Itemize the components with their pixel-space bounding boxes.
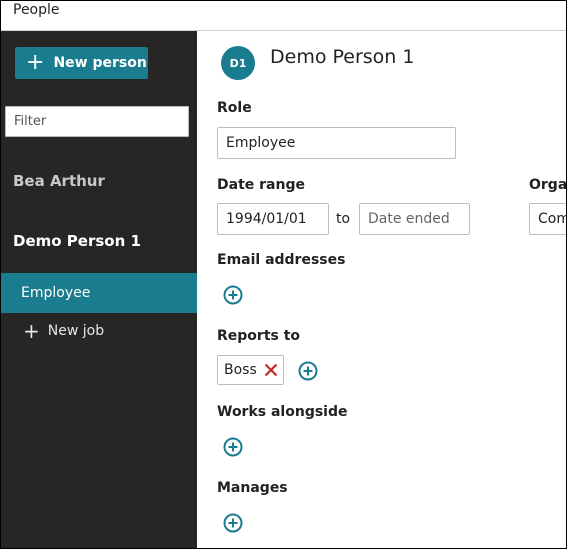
top-bar: People <box>1 1 566 31</box>
new-job-button[interactable]: + New job <box>23 321 104 341</box>
add-email-icon[interactable] <box>223 285 243 305</box>
organisation-label: Organ <box>529 177 567 193</box>
date-range-to-label: to <box>336 211 351 227</box>
remove-icon[interactable] <box>263 362 279 378</box>
organisation-field[interactable]: Com <box>529 203 566 235</box>
role-label: Role <box>217 100 252 116</box>
reports-to-label: Reports to <box>217 328 301 344</box>
new-job-label: New job <box>47 323 105 339</box>
plus-icon: + <box>23 319 40 343</box>
add-manages-icon[interactable] <box>223 513 243 533</box>
plus-icon: + <box>26 50 45 75</box>
avatar: D1 <box>221 46 255 80</box>
sidebar: + New person Bea Arthur Demo Person 1 Em… <box>1 31 197 548</box>
page-title: Demo Person 1 <box>270 46 415 68</box>
email-addresses-label: Email addresses <box>217 252 346 268</box>
new-person-button[interactable]: + New person <box>15 47 148 79</box>
app-title: People <box>13 2 60 18</box>
sidebar-job-employee[interactable]: Employee <box>1 273 197 313</box>
date-range-label: Date range <box>217 177 305 193</box>
date-start-field[interactable]: 1994/01/01 <box>217 203 329 235</box>
add-reports-to-icon[interactable] <box>298 361 318 381</box>
new-person-label: New person <box>53 55 147 71</box>
sidebar-person-bea-arthur[interactable]: Bea Arthur <box>13 172 105 190</box>
date-end-field[interactable]: Date ended <box>359 203 470 235</box>
person-detail-panel: D1 Demo Person 1 Role Employee Date rang… <box>197 31 567 548</box>
sidebar-person-demo-person-1[interactable]: Demo Person 1 <box>13 232 141 250</box>
reports-to-tag: Boss <box>217 355 284 385</box>
works-alongside-label: Works alongside <box>217 404 348 420</box>
manages-label: Manages <box>217 480 288 496</box>
add-works-alongside-icon[interactable] <box>223 437 243 457</box>
filter-input[interactable] <box>5 106 189 137</box>
role-field[interactable]: Employee <box>217 127 456 159</box>
app-window: People + New person Bea Arthur Demo Pers… <box>0 0 567 549</box>
reports-to-tag-label: Boss <box>224 362 257 378</box>
